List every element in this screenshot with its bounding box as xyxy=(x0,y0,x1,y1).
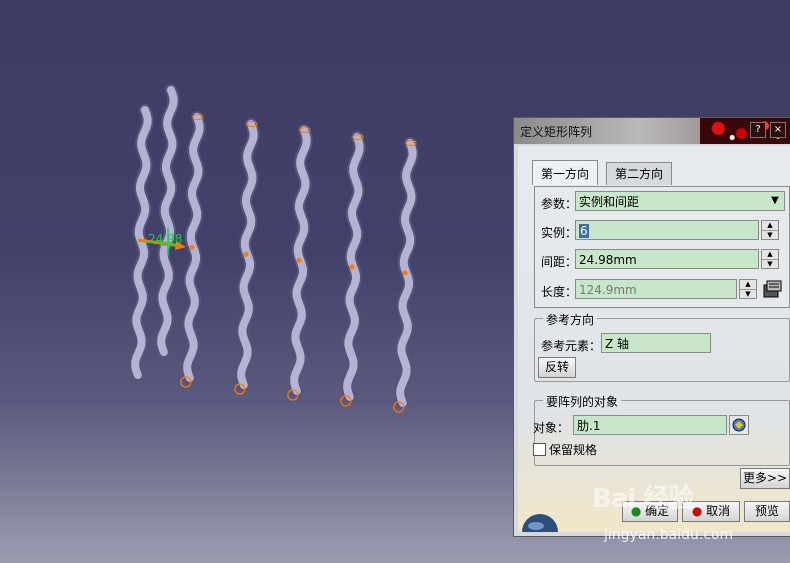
watermark-brand: Bai 经验 xyxy=(592,484,694,514)
spin-up-icon[interactable]: ▲ xyxy=(762,221,778,230)
params-row: 参数： 实例和间距 ▼ xyxy=(541,191,785,213)
instance-value: 6 xyxy=(579,224,589,238)
object-group: 要阵列的对象 对象： 肋.1 保留规格 xyxy=(533,393,790,466)
params-value: 实例和间距 xyxy=(579,195,640,209)
close-icon[interactable]: × xyxy=(770,122,786,138)
tab-first-direction[interactable]: 第一方向 xyxy=(532,160,599,185)
spring-7-mid-point[interactable] xyxy=(402,270,408,276)
dimension-label: 24.98 xyxy=(148,232,182,246)
object-select-icon[interactable] xyxy=(729,415,749,435)
spacing-label: 间距： xyxy=(541,255,578,269)
spring-5-mid-point[interactable] xyxy=(296,258,302,263)
instance-input[interactable]: 6 xyxy=(575,220,759,240)
keep-spec-checkbox[interactable] xyxy=(533,443,546,456)
first-direction-panel: 参数： 实例和间距 ▼ 实例： 6 ▲ ▼ 间距： 24.98mm ▲ ▼ 长度… xyxy=(534,186,790,308)
length-value: 124.9mm xyxy=(579,283,637,297)
reference-direction-group: 参考方向 参考元素： Z 轴 反转 xyxy=(534,311,790,382)
spacing-row: 间距： 24.98mm ▲ ▼ xyxy=(541,249,785,271)
instance-row: 实例： 6 ▲ ▼ xyxy=(541,220,785,242)
params-dropdown[interactable]: 实例和间距 ▼ xyxy=(575,191,785,211)
spring-4-mid-point[interactable] xyxy=(243,252,249,257)
reference-direction-title: 参考方向 xyxy=(543,311,598,328)
length-input: 124.9mm xyxy=(575,279,737,299)
chevron-down-icon[interactable]: ▼ xyxy=(768,194,782,208)
instance-spinner[interactable]: ▲ ▼ xyxy=(761,220,779,240)
help-icon[interactable]: ? xyxy=(750,122,766,138)
spacing-spinner[interactable]: ▲ ▼ xyxy=(761,249,779,269)
ref-element-input[interactable]: Z 轴 xyxy=(601,333,711,353)
cancel-button-label: 取消 xyxy=(706,504,731,518)
ref-element-label: 参考元素： xyxy=(541,339,602,353)
spin-up-icon: ▲ xyxy=(745,280,751,288)
spin-down-icon[interactable]: ▼ xyxy=(762,230,778,240)
spring-3-mid-point[interactable] xyxy=(189,245,195,250)
dialog-title: 定义矩形阵列 xyxy=(520,125,593,139)
preview-button[interactable]: 预览 xyxy=(744,501,790,522)
measure-tool-icon[interactable] xyxy=(761,279,783,299)
spin-up-icon[interactable]: ▲ xyxy=(762,250,778,259)
dialog-body: 第一方向 第二方向 参数： 实例和间距 ▼ 实例： 6 ▲ ▼ 间距： 24.9… xyxy=(518,146,790,532)
instance-label: 实例： xyxy=(541,226,578,240)
dialog-titlebar[interactable]: 定义矩形阵列 ? × xyxy=(514,118,790,144)
length-label: 长度： xyxy=(541,285,578,299)
spin-down-icon: ▼ xyxy=(740,289,756,299)
length-spinner: ▲ ▼ xyxy=(739,279,757,299)
spin-down-icon[interactable]: ▼ xyxy=(762,259,778,269)
reverse-button[interactable]: 反转 xyxy=(538,357,576,378)
ref-element-value: Z 轴 xyxy=(605,337,630,351)
more-button[interactable]: 更多>> xyxy=(740,468,790,489)
keep-spec-label: 保留规格 xyxy=(549,443,598,457)
rect-pattern-dialog: 定义矩形阵列 ? × 第一方向 第二方向 参数： 实例和间距 ▼ 实例： 6 ▲ xyxy=(513,117,790,537)
globe-icon xyxy=(518,502,558,532)
object-group-title: 要阵列的对象 xyxy=(543,393,622,410)
cancel-icon: ● xyxy=(691,504,703,518)
object-value: 肋.1 xyxy=(577,419,601,433)
watermark-url: jingyan.baidu.com xyxy=(604,527,734,543)
object-input[interactable]: 肋.1 xyxy=(573,415,727,435)
spacing-value: 24.98mm xyxy=(579,253,637,267)
object-label: 对象： xyxy=(533,421,570,435)
params-label: 参数： xyxy=(541,197,578,211)
spring-6-mid-point[interactable] xyxy=(349,264,355,270)
spacing-input[interactable]: 24.98mm xyxy=(575,249,759,269)
tab-second-direction[interactable]: 第二方向 xyxy=(606,162,673,185)
length-row: 长度： 124.9mm ▲ ▼ xyxy=(541,279,785,301)
